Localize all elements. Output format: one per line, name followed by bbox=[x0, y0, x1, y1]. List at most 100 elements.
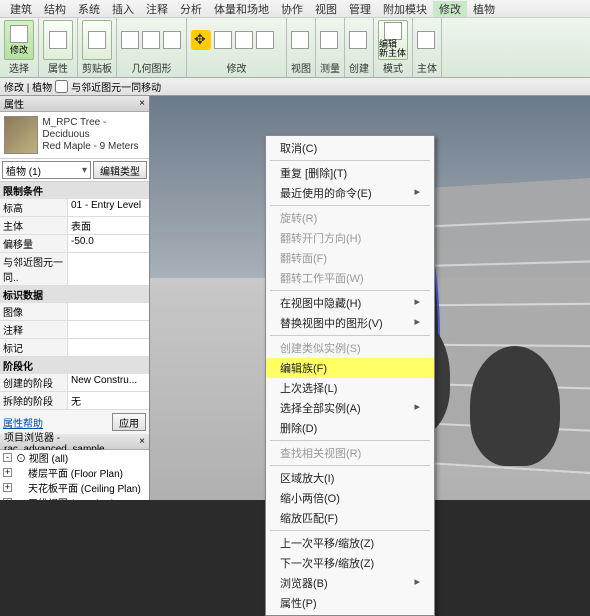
menu-item[interactable]: 附加模块 bbox=[377, 1, 433, 17]
properties-title: 属性× bbox=[0, 96, 149, 112]
mod-icon[interactable] bbox=[214, 31, 232, 49]
context-menu-item[interactable]: 最近使用的命令(E) bbox=[266, 183, 434, 203]
context-menu-item[interactable]: 重复 [删除](T) bbox=[266, 163, 434, 183]
menu-item[interactable]: 修改 bbox=[433, 1, 467, 17]
tree-toggle[interactable]: + bbox=[3, 483, 12, 492]
prop-value[interactable]: 表面 bbox=[68, 217, 149, 234]
modify-label: 修改 bbox=[10, 43, 28, 56]
prop-row[interactable]: 标记 bbox=[0, 339, 149, 357]
prop-value[interactable]: -50.0 bbox=[68, 235, 149, 252]
move-with-nearby-check[interactable] bbox=[55, 80, 68, 93]
edit-type-button[interactable]: 编辑类型 bbox=[93, 161, 147, 179]
close-icon[interactable]: × bbox=[139, 436, 145, 447]
menu-item[interactable]: 注释 bbox=[140, 1, 174, 17]
properties-button[interactable] bbox=[43, 20, 73, 60]
context-menu-item[interactable]: 删除(D) bbox=[266, 418, 434, 438]
menu-item[interactable]: 视图 bbox=[309, 1, 343, 17]
context-menu-item[interactable]: 下一次平移/缩放(Z) bbox=[266, 553, 434, 573]
prop-value[interactable]: 无 bbox=[68, 392, 149, 409]
tree-root[interactable]: -⊙ 视图 (all) bbox=[2, 452, 147, 467]
prop-key: 主体 bbox=[0, 217, 68, 234]
mod-icon[interactable] bbox=[235, 31, 253, 49]
prop-key: 偏移量 bbox=[0, 235, 68, 252]
prop-row[interactable]: 创建的阶段New Constru... bbox=[0, 374, 149, 392]
tree-item[interactable]: +楼层平面 (Floor Plan) bbox=[2, 467, 147, 482]
group-label-select: 选择 bbox=[4, 60, 34, 75]
prop-row[interactable]: 主体表面 bbox=[0, 217, 149, 235]
measure-icon[interactable] bbox=[320, 31, 338, 49]
prop-value[interactable]: New Constru... bbox=[68, 374, 149, 391]
prop-key: 与邻近图元一同.. bbox=[0, 253, 68, 285]
menu-item[interactable]: 植物 bbox=[467, 1, 501, 17]
instance-combo[interactable]: 植物 (1)▾ bbox=[2, 161, 91, 179]
context-menu-item[interactable]: 取消(C) bbox=[266, 138, 434, 158]
context-menu-item[interactable]: 替换视图中的图形(V) bbox=[266, 313, 434, 333]
modify-button[interactable]: 修改 bbox=[4, 20, 34, 60]
context-menu-item: 翻转开门方向(H) bbox=[266, 228, 434, 248]
geom-icon[interactable] bbox=[121, 31, 139, 49]
prop-key: 创建的阶段 bbox=[0, 374, 68, 391]
context-menu-item: 创建类似实例(S) bbox=[266, 338, 434, 358]
prop-section-header: 限制条件 bbox=[0, 182, 149, 199]
close-icon[interactable]: × bbox=[139, 98, 145, 109]
context-menu-item[interactable]: 浏览器(B) bbox=[266, 573, 434, 593]
context-menu-item[interactable]: 上一次平移/缩放(Z) bbox=[266, 533, 434, 553]
prop-row[interactable]: 拆除的阶段无 bbox=[0, 392, 149, 410]
edit-host-label: 编辑 新主体 bbox=[379, 40, 407, 58]
geom-icon[interactable] bbox=[142, 31, 160, 49]
properties-grid: 限制条件标高01 - Entry Level主体表面偏移量-50.0与邻近图元一… bbox=[0, 182, 149, 410]
context-menu-item[interactable]: 上次选择(L) bbox=[266, 378, 434, 398]
menu-item[interactable]: 结构 bbox=[38, 1, 72, 17]
prop-key: 图像 bbox=[0, 303, 68, 320]
context-menu-item[interactable]: 在视图中隐藏(H) bbox=[266, 293, 434, 313]
tree-silhouette bbox=[470, 346, 560, 466]
menu-item[interactable]: 插入 bbox=[106, 1, 140, 17]
context-menu-item[interactable]: 属性(P) bbox=[266, 593, 434, 613]
context-menu-item: 旋转(R) bbox=[266, 208, 434, 228]
menu-item[interactable]: 建筑 bbox=[4, 1, 38, 17]
prop-section-header: 标识数据 bbox=[0, 286, 149, 303]
menu-item[interactable]: 分析 bbox=[174, 1, 208, 17]
prop-value[interactable] bbox=[68, 321, 149, 338]
clipboard-button[interactable] bbox=[82, 20, 112, 60]
group-label-measure: 测量 bbox=[320, 60, 340, 75]
context-menu-item[interactable]: 缩小两倍(O) bbox=[266, 488, 434, 508]
type-thumbnail bbox=[4, 116, 38, 154]
prop-row[interactable]: 标高01 - Entry Level bbox=[0, 199, 149, 217]
mod-icon[interactable] bbox=[256, 31, 274, 49]
context-menu-item[interactable]: 区域放大(I) bbox=[266, 468, 434, 488]
menu-item[interactable]: 协作 bbox=[275, 1, 309, 17]
context-menu-item[interactable]: 缩放匹配(F) bbox=[266, 508, 434, 528]
project-browser-tree[interactable]: -⊙ 视图 (all)+楼层平面 (Floor Plan)+天花板平面 (Cei… bbox=[0, 450, 149, 500]
prop-row[interactable]: 偏移量-50.0 bbox=[0, 235, 149, 253]
group-label-geom: 几何图形 bbox=[121, 60, 182, 75]
prop-value[interactable] bbox=[68, 303, 149, 320]
context-menu-item[interactable]: 编辑族(F) bbox=[266, 358, 434, 378]
tree-toggle[interactable]: - bbox=[3, 453, 12, 462]
context-menu-item: 翻转工作平面(W) bbox=[266, 268, 434, 288]
tree-item[interactable]: +天花板平面 (Ceiling Plan) bbox=[2, 482, 147, 497]
menu-item[interactable]: 体量和场地 bbox=[208, 1, 275, 17]
tree-toggle[interactable]: + bbox=[3, 468, 12, 477]
view-icon[interactable] bbox=[291, 31, 309, 49]
edit-host-button[interactable]: 编辑 新主体 bbox=[378, 20, 408, 60]
browser-title: 项目浏览器 - rac_advanced_sample_...× bbox=[0, 434, 149, 450]
menu-item[interactable]: 系统 bbox=[72, 1, 106, 17]
create-icon[interactable] bbox=[349, 31, 367, 49]
options-bar: 修改 | 植物 与邻近图元一同移动 bbox=[0, 78, 590, 96]
move-icon[interactable] bbox=[191, 30, 211, 50]
host-icon[interactable] bbox=[417, 31, 435, 49]
left-panels: 属性× M_RPC Tree - DeciduousRed Maple - 9 … bbox=[0, 96, 150, 500]
prop-row[interactable]: 图像 bbox=[0, 303, 149, 321]
prop-key: 标高 bbox=[0, 199, 68, 216]
prop-value[interactable] bbox=[68, 339, 149, 356]
prop-row[interactable]: 注释 bbox=[0, 321, 149, 339]
prop-value[interactable]: 01 - Entry Level bbox=[68, 199, 149, 216]
geom-icon[interactable] bbox=[163, 31, 181, 49]
menu-item[interactable]: 管理 bbox=[343, 1, 377, 17]
group-label-host: 主体 bbox=[417, 60, 437, 75]
properties-help-link[interactable]: 属性帮助 bbox=[3, 415, 43, 430]
prop-row[interactable]: 与邻近图元一同.. bbox=[0, 253, 149, 286]
prop-value[interactable] bbox=[68, 253, 149, 285]
context-menu-item[interactable]: 选择全部实例(A) bbox=[266, 398, 434, 418]
